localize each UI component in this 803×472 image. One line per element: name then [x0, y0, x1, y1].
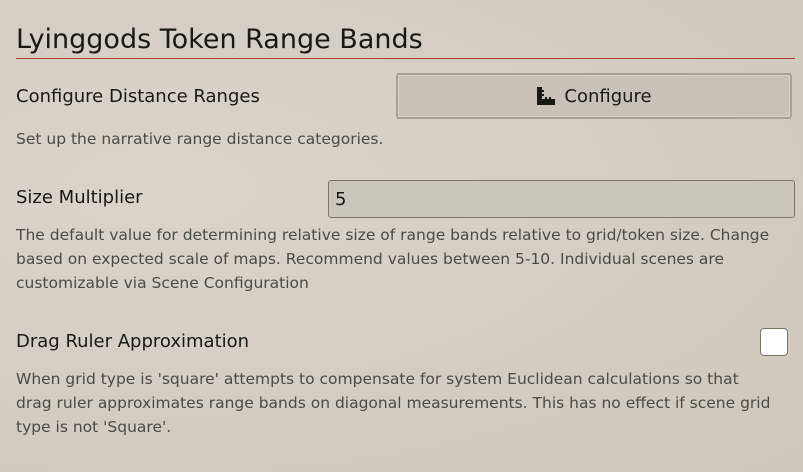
size-multiplier-input[interactable] — [328, 180, 795, 218]
size-multiplier-hint-line: The default value for determining relati… — [16, 226, 770, 244]
distance-ranges-hint: Set up the narrative range distance cate… — [16, 130, 384, 148]
size-multiplier-hint-line: based on expected scale of maps. Recomme… — [16, 250, 724, 268]
drag-ruler-hint: When grid type is 'square' attempts to c… — [16, 367, 793, 439]
drag-ruler-hint-line: When grid type is 'square' attempts to c… — [16, 370, 739, 388]
section-title: Lyinggods Token Range Bands — [16, 22, 795, 59]
drag-ruler-checkbox[interactable] — [760, 328, 788, 356]
configure-button[interactable]: Configure — [396, 73, 792, 119]
drag-ruler-hint-line: type is not 'Square'. — [16, 418, 172, 436]
size-multiplier-hint: The default value for determining relati… — [16, 223, 793, 295]
ruler-icon — [536, 86, 556, 106]
drag-ruler-label: Drag Ruler Approximation — [16, 331, 250, 352]
size-multiplier-hint-line: customizable via Scene Configuration — [16, 274, 309, 292]
configure-button-label: Configure — [564, 85, 652, 107]
distance-ranges-label: Configure Distance Ranges — [16, 86, 260, 107]
drag-ruler-hint-line: drag ruler approximates range bands on d… — [16, 394, 771, 412]
size-multiplier-label: Size Multiplier — [16, 187, 143, 208]
